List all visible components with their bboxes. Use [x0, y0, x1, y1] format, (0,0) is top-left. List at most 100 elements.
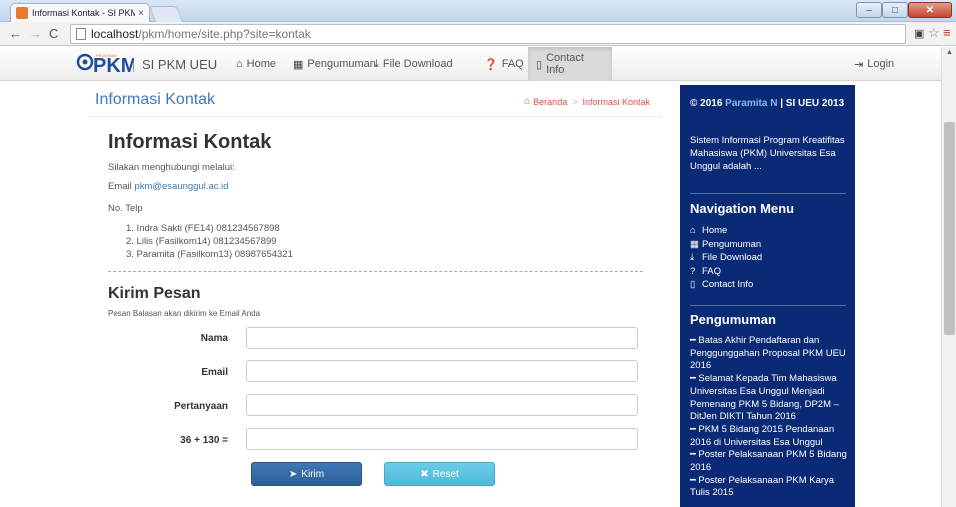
- contact-icon: ▯: [690, 279, 696, 290]
- news-item-text: Batas Akhir Pendaftaran dan Penggunggaha…: [690, 335, 846, 372]
- sidebar-nav-menu: ⌂ Home ▦ Pengumuman ⤓ File Download ? FAQ ▯ C…: [690, 224, 762, 292]
- brand-title[interactable]: SI PKM UEU: [142, 57, 217, 72]
- sidebar-item-label: Contact Info: [702, 279, 754, 290]
- breadcrumb: ⌂ Beranda > Informasi Kontak: [524, 96, 650, 107]
- contact-email-line: Email pkm@esaunggul.ac.id: [108, 181, 229, 192]
- kirim-button[interactable]: ➤ Kirim: [251, 462, 362, 486]
- breadcrumb-current: Informasi Kontak: [582, 96, 650, 107]
- list-item: 2. Lilis (Fasilkom14) 081234567899: [126, 236, 277, 247]
- question-icon: ?: [690, 265, 696, 277]
- sidebar-item-pengumuman[interactable]: ▦ Pengumuman: [690, 238, 762, 252]
- tab-title: Informasi Kontak - SI PKM: [32, 8, 136, 18]
- telp-label: No. Telp: [108, 203, 143, 214]
- pertanyaan-label: Pertanyaan: [174, 401, 228, 412]
- sidebar-news-list: ━ Batas Akhir Pendaftaran dan Penggungga…: [690, 335, 850, 500]
- email-link[interactable]: pkm@esaunggul.ac.id: [134, 181, 228, 192]
- forward-arrow-icon[interactable]: →: [29, 26, 42, 41]
- address-bar[interactable]: localhost/pkm/home/site.php?site=kontak: [70, 24, 906, 44]
- list-item: 3. Paramita (Fasilkom13) 08987654321: [126, 249, 293, 260]
- site-navbar: PKM PROGRAM SI PKM UEU ⌂ Home ▦ Pengumum…: [0, 47, 941, 81]
- copyright-prefix: © 2016: [690, 98, 726, 109]
- scroll-thumb[interactable]: [944, 122, 955, 335]
- reload-icon[interactable]: C: [49, 26, 58, 41]
- new-tab-button[interactable]: [149, 6, 183, 22]
- login-link[interactable]: ⇥ Login: [846, 47, 902, 81]
- main-content: Informasi Kontak Silakan menghubungi mel…: [88, 117, 662, 507]
- minimize-button[interactable]: –: [856, 2, 882, 18]
- sidebar-item-label: File Download: [702, 252, 763, 263]
- home-icon: ⌂: [236, 58, 243, 70]
- email-label: Email: [108, 181, 135, 192]
- url-host: localhost: [91, 27, 139, 41]
- copyright-suffix: | SI UEU 2013: [777, 98, 845, 109]
- form-title: Kirim Pesan: [108, 285, 201, 302]
- list-item[interactable]: ━ PKM 5 Bidang 2015 Pendanaan 2016 di Un…: [690, 424, 850, 449]
- pkm-logo-icon[interactable]: PKM PROGRAM: [76, 51, 134, 77]
- sidebar-copyright: © 2016 Paramita N | SI UEU 2013: [690, 98, 844, 109]
- phone-list: 1. Indra Sakti (FE14) 081234567898 2. Li…: [126, 222, 293, 261]
- page-header: Informasi Kontak ⌂ Beranda > Informasi K…: [88, 85, 662, 117]
- contact-intro: Silakan menghubungi melalui:: [108, 162, 235, 173]
- close-window-button[interactable]: ✕: [908, 2, 952, 18]
- sidebar-item-label: Pengumuman: [702, 238, 762, 250]
- nav-contact-info[interactable]: ▯ Contact Info: [528, 47, 612, 81]
- content-title: Informasi Kontak: [108, 131, 272, 153]
- page-title: Informasi Kontak: [95, 91, 216, 108]
- breadcrumb-separator: >: [572, 96, 578, 107]
- reset-label: Reset: [432, 468, 459, 480]
- translate-icon[interactable]: ▣: [914, 27, 924, 40]
- breadcrumb-beranda[interactable]: Beranda: [533, 97, 567, 107]
- scroll-up-icon[interactable]: ▲: [946, 49, 953, 56]
- nama-label: Nama: [200, 333, 228, 344]
- nav-faq[interactable]: ❓ FAQ: [476, 47, 532, 81]
- news-item-text: Poster Pelaksanaan PKM Karya Tulis 2015: [690, 474, 835, 499]
- sidebar-news-title: Pengumuman: [690, 312, 776, 327]
- download-icon: ⤓: [374, 57, 379, 70]
- breadcrumb-home-icon: ⌂: [524, 96, 531, 107]
- nav-contact-info-label: Contact Info: [546, 52, 584, 76]
- send-icon: ➤: [288, 468, 298, 480]
- news-item-text: Poster Pelaksanaan PKM 5 Bidang 2016: [690, 449, 847, 474]
- list-item[interactable]: ━ Poster Pelaksanaan PKM Karya Tulis 201…: [690, 475, 850, 500]
- nav-home[interactable]: ⌂ Home: [228, 47, 284, 81]
- browser-tabbar: Informasi Kontak - SI PKM × – □ ✕: [0, 0, 956, 22]
- browser-menu-icon[interactable]: ≡: [943, 25, 951, 40]
- nama-input[interactable]: [246, 327, 638, 349]
- sidebar-divider: [690, 193, 846, 194]
- maximize-button[interactable]: □: [882, 2, 908, 18]
- sidebar-item-home[interactable]: ⌂ Home: [690, 224, 762, 238]
- page-scrollbar[interactable]: ▲: [941, 47, 956, 507]
- copyright-author[interactable]: Paramita N: [725, 98, 777, 109]
- pertanyaan-input[interactable]: [246, 394, 638, 416]
- sidebar-item-file-download[interactable]: ⤓ File Download: [690, 251, 762, 265]
- email-field-label: Email: [201, 367, 228, 378]
- nav-file-download[interactable]: ⤓ File Download: [366, 47, 461, 81]
- nav-home-label: Home: [246, 58, 276, 70]
- browser-toolbar: ← → C localhost/pkm/home/site.php?site=k…: [0, 22, 956, 46]
- list-item[interactable]: ━ Selamat Kepada Tim Mahasiswa Universit…: [690, 373, 850, 424]
- news-item-text: PKM 5 Bidang 2015 Pendanaan 2016 di Univ…: [690, 423, 835, 448]
- browser-tab[interactable]: Informasi Kontak - SI PKM ×: [10, 3, 150, 22]
- login-icon: ⇥: [854, 58, 864, 71]
- login-label: Login: [867, 58, 895, 70]
- list-item[interactable]: ━ Poster Pelaksanaan PKM 5 Bidang 2016: [690, 449, 850, 474]
- dashed-divider: [108, 271, 643, 272]
- news-item-text: Selamat Kepada Tim Mahasiswa Universitas…: [690, 373, 839, 423]
- favicon-icon: [16, 7, 28, 19]
- list-item[interactable]: ━ Batas Akhir Pendaftaran dan Penggungga…: [690, 335, 850, 373]
- svg-text:PROGRAM: PROGRAM: [96, 53, 117, 58]
- close-icon: ✖: [420, 468, 429, 480]
- back-arrow-icon[interactable]: ←: [9, 26, 22, 41]
- page-icon: [76, 28, 86, 40]
- sidebar-item-contact-info[interactable]: ▯ Contact Info: [690, 278, 762, 292]
- svg-text:PKM: PKM: [93, 55, 134, 77]
- captcha-input[interactable]: [246, 428, 638, 450]
- sidebar-item-faq[interactable]: ? FAQ: [690, 265, 762, 279]
- reset-button[interactable]: ✖ Reset: [384, 462, 495, 486]
- bookmark-star-icon[interactable]: ☆: [928, 25, 940, 41]
- tab-close-icon[interactable]: ×: [138, 8, 144, 19]
- email-field[interactable]: [246, 360, 638, 382]
- sidebar: © 2016 Paramita N | SI UEU 2013 Sistem I…: [680, 85, 855, 507]
- captcha-label: 36 + 130 =: [180, 435, 228, 446]
- sidebar-nav-title: Navigation Menu: [690, 201, 795, 216]
